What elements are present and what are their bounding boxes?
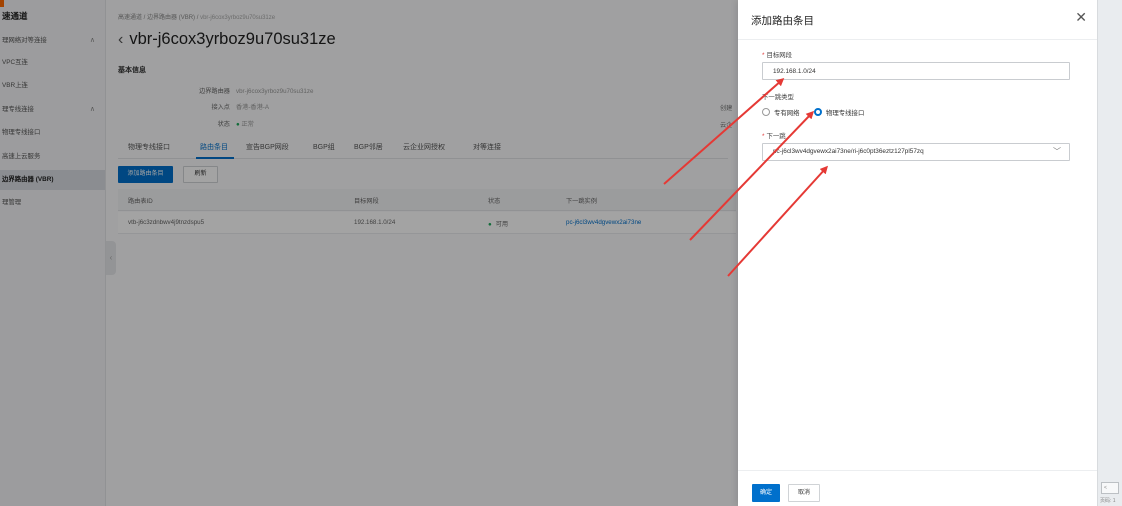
status-dot-icon: ● (488, 221, 492, 228)
sidebar-item-label: 理网络对等连接 (2, 37, 47, 44)
column-header: 状态 (488, 198, 501, 205)
add-route-drawer: 添加路由条目 ✕ *目标网段 下一跳类型 专有网络 物理专线接口 *下一跳 pc… (738, 0, 1097, 506)
brand-logo (0, 0, 4, 7)
confirm-button[interactable]: 确定 (752, 484, 780, 502)
info-status: 状态 ● 正常 (217, 121, 254, 128)
sidebar-item-cloud-service[interactable]: 高速上云服务 (0, 147, 105, 167)
column-header: 下一跳实例 (566, 198, 597, 205)
drawer-title: 添加路由条目 (751, 15, 814, 27)
tab-route-entries[interactable]: 路由条目 (200, 142, 228, 152)
main-content: 高速通道 / 边界路由器 (VBR) / vbr-j6cox3yrboz9u70… (106, 0, 738, 506)
sidebar-item-physical-connection[interactable]: 物理专线接口 (0, 123, 105, 143)
status-dot-icon: ● (236, 121, 240, 128)
sidebar: 速通道 理网络对等连接 ∧ VPC互连 VBR上连 理专线连接 ∧ 物理专线接口 高… (0, 0, 106, 506)
sidebar-collapse-handle[interactable]: ‹ (106, 241, 116, 275)
tab-bgp-group[interactable]: BGP组 (313, 142, 335, 152)
info-created-label: 创建 (720, 105, 733, 112)
breadcrumb-current: vbr-j6cox3yrboz9u70su31ze (200, 15, 276, 21)
drawer-footer: 确定 取消 (738, 470, 1097, 506)
sidebar-item-label: VPC互连 (2, 59, 28, 66)
info-vbr-id: 边界路由器 vbr-j6cox3yrboz9u70su31ze (199, 88, 314, 95)
add-route-entry-button[interactable]: 添加路由条目 (118, 166, 173, 183)
info-cen-label: 云企 (720, 122, 733, 129)
sidebar-item-vbr-uplink[interactable]: VBR上连 (0, 76, 105, 96)
sidebar-item-label: 物理专线接口 (2, 129, 41, 136)
pager-text: 页码: 1 (1100, 498, 1116, 504)
radio-physical-connection[interactable]: 物理专线接口 (814, 108, 864, 117)
route-table-id: vtb-j6c3zdnbwv4j9tnzdspu5 (128, 219, 205, 226)
hop-type-label: 下一跳类型 (762, 94, 794, 101)
page-title: ‹ vbr-j6cox3yrboz9u70su31ze (118, 30, 336, 48)
table-row: vtb-j6c3zdnbwv4j9tnzdspu5 192.168.1.0/24… (118, 212, 736, 234)
active-tab-indicator (196, 157, 234, 159)
sidebar-title: 速通道 (2, 11, 28, 21)
close-icon[interactable]: ✕ (1075, 10, 1087, 24)
radio-checked-icon (814, 108, 822, 116)
route-cidr: 192.168.1.0/24 (354, 219, 396, 226)
breadcrumb-link-vbr[interactable]: 边界路由器 (VBR) (147, 15, 195, 21)
route-status: ● 可用 (488, 221, 509, 228)
sidebar-item-vpc-interconnect[interactable]: VPC互连 (0, 53, 105, 73)
sidebar-item-label: 边界路由器 (VBR) (2, 176, 54, 183)
tab-peering[interactable]: 对等连接 (473, 142, 501, 152)
chevron-down-icon[interactable]: ﹀ (1053, 144, 1061, 160)
column-header: 路由表ID (128, 198, 153, 205)
tab-bar: 物理专线接口 路由条目 宣告BGP网段 BGP组 BGP邻居 云企业网授权 对等… (118, 139, 728, 159)
section-title: 基本信息 (118, 67, 146, 74)
chevron-up-icon[interactable]: ∧ (90, 100, 95, 120)
radio-unchecked-icon (762, 108, 770, 116)
tab-cen-grant[interactable]: 云企业网授权 (403, 142, 445, 152)
sidebar-item-label: 理管理 (2, 199, 22, 206)
radio-vpc[interactable]: 专有网络 (762, 108, 800, 117)
refresh-button[interactable]: 刷新 (183, 166, 218, 183)
tab-bgp-peer[interactable]: BGP邻居 (354, 142, 383, 152)
sidebar-item-vbr[interactable]: 边界路由器 (VBR) (0, 170, 105, 190)
info-access-point: 接入点 香港-香港-A (211, 104, 269, 111)
next-hop-select[interactable]: pc-j6cl3wv4dgvewx2ai73ne/ri-j6c0pt36eztz… (762, 143, 1070, 161)
right-scroll-strip: < 页码: 1 (1097, 0, 1122, 506)
sidebar-item-peering[interactable]: 理网络对等连接 ∧ (0, 31, 105, 51)
breadcrumb: 高速通道 / 边界路由器 (VBR) / vbr-j6cox3yrboz9u70… (118, 15, 276, 21)
back-arrow-icon[interactable]: ‹ (118, 31, 123, 48)
column-header: 目标网段 (354, 198, 379, 205)
next-hop-link[interactable]: pc-j6cl3wv4dgvewx2ai73ne (566, 219, 641, 226)
drawer-header: 添加路由条目 ✕ (738, 0, 1097, 40)
cidr-label: * 目标网段 (762, 52, 793, 59)
sidebar-item-label: 高速上云服务 (2, 153, 41, 160)
cidr-input[interactable] (762, 62, 1070, 80)
tab-physical-connection[interactable]: 物理专线接口 (128, 142, 170, 152)
table-header: 路由表ID 目标网段 状态 下一跳实例 (118, 189, 736, 211)
sidebar-item-label: 理专线连接 (2, 106, 34, 113)
chevron-up-icon[interactable]: ∧ (90, 31, 95, 51)
sidebar-item-label: VBR上连 (2, 82, 28, 89)
sidebar-item-management[interactable]: 理管理 (0, 193, 105, 213)
next-hop-label: * 下一跳 (762, 133, 786, 140)
pager-box[interactable]: < (1101, 482, 1119, 494)
cancel-button[interactable]: 取消 (788, 484, 820, 502)
tab-bgp-network[interactable]: 宣告BGP网段 (246, 142, 289, 152)
sidebar-item-express-connect[interactable]: 理专线连接 ∧ (0, 100, 105, 120)
breadcrumb-link-express[interactable]: 高速通道 (118, 15, 142, 21)
